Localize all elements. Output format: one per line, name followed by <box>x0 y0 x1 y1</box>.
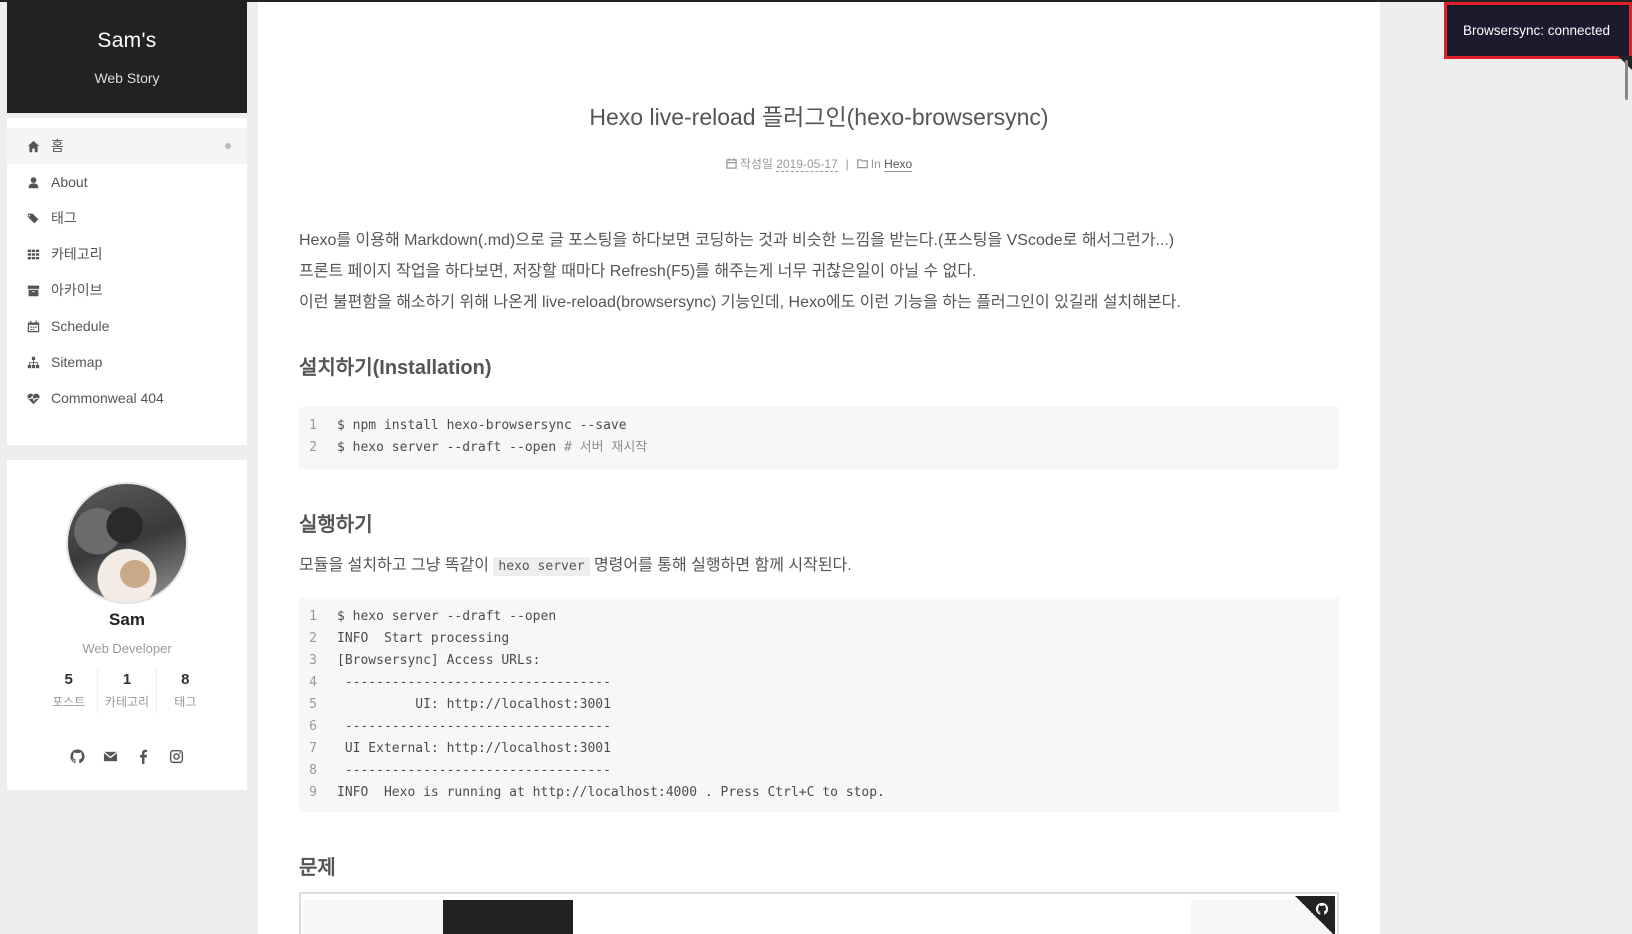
github-corner[interactable] <box>1295 896 1335 934</box>
post-category-link[interactable]: Hexo <box>884 157 913 172</box>
heartbeat-icon <box>27 392 40 405</box>
stat-label: 카테고리 <box>104 695 150 709</box>
user-icon <box>27 176 40 189</box>
calendar-icon <box>726 158 737 169</box>
grid-icon <box>27 248 40 261</box>
sitemap-icon <box>27 356 40 369</box>
inline-code: hexo server <box>493 557 590 576</box>
heading-installation: 설치하기(Installation) <box>299 357 492 379</box>
code-line: 3 [Browsersync] Access URLs: <box>309 653 541 668</box>
code-line: 1 $ npm install hexo-browsersync --save <box>309 418 627 433</box>
menu-item-commonweal[interactable]: Commonweal 404 <box>7 380 247 416</box>
active-indicator <box>225 143 231 149</box>
menu-item-home[interactable]: 홈 <box>7 128 247 164</box>
post-date: 2019-05-17 <box>776 157 838 172</box>
folder-icon <box>856 158 868 169</box>
menu-label: About <box>51 174 88 190</box>
code-line: 2 $ hexo server --draft --open # 서버 재시작 <box>309 440 648 455</box>
stat-tags[interactable]: 8 태그 <box>155 668 214 714</box>
menu-label: 아카이브 <box>51 282 103 298</box>
code-line: 7 UI External: http://localhost:3001 <box>309 741 611 756</box>
github-icon[interactable] <box>69 748 86 765</box>
social-links <box>7 748 247 765</box>
posted-label: 작성일 <box>739 157 773 171</box>
stat-label: 태그 <box>174 695 197 709</box>
sidebar-menu: 홈 About 태그 카테고리 아카이브 Schedule Sitemap Co… <box>7 118 247 445</box>
avatar <box>66 482 188 604</box>
home-icon <box>27 140 40 153</box>
menu-item-archives[interactable]: 아카이브 <box>7 272 247 308</box>
stat-count: 5 <box>64 671 73 688</box>
site-brand[interactable]: Sam's Web Story <box>7 2 247 113</box>
menu-label: Sitemap <box>51 354 103 370</box>
author-description: Web Developer <box>82 641 172 656</box>
calendar-icon <box>27 320 40 333</box>
menu-item-schedule[interactable]: Schedule <box>7 308 247 344</box>
tags-icon <box>27 212 40 225</box>
code-line: 1 $ hexo server --draft --open <box>309 609 557 624</box>
author-panel: Sam Web Developer 5 포스트 1 카테고리 8 태그 <box>7 460 247 790</box>
menu-item-about[interactable]: About <box>7 164 247 200</box>
menu-label: 홈 <box>51 138 64 154</box>
author-name: Sam <box>109 610 145 629</box>
post-container: Hexo live-reload 플러그인(hexo-browsersync) … <box>258 2 1380 934</box>
run-paragraph: 모듈을 설치하고 그냥 똑같이 hexo server 명령어를 통해 실행하면… <box>299 557 852 576</box>
menu-item-categories[interactable]: 카테고리 <box>7 236 247 272</box>
menu-item-sitemap[interactable]: Sitemap <box>7 344 247 380</box>
code-line: 5 UI: http://localhost:3001 <box>309 697 611 712</box>
octocat-icon <box>1315 902 1329 915</box>
meta-divider: | <box>845 157 849 171</box>
facebook-icon[interactable] <box>135 748 152 765</box>
menu-label: Schedule <box>51 318 110 334</box>
author-stats: 5 포스트 1 카테고리 8 태그 <box>40 668 214 714</box>
stat-categories[interactable]: 1 카테고리 <box>97 668 155 714</box>
heading-run: 실행하기 <box>299 514 373 536</box>
menu-label: Commonweal 404 <box>51 390 164 406</box>
envelope-icon[interactable] <box>102 748 119 765</box>
archive-icon <box>27 284 40 297</box>
instagram-icon[interactable] <box>168 748 185 765</box>
intro-paragraph-3: 이런 불편함을 해소하기 위해 나온게 live-reload(browsers… <box>299 294 1181 311</box>
intro-paragraph-2: 프론트 페이지 작업을 하다보면, 저장할 때마다 Refresh(F5)를 해… <box>299 263 977 280</box>
stat-count: 1 <box>122 671 132 688</box>
code-line: 2 INFO Start processing <box>309 631 510 646</box>
stat-posts[interactable]: 5 포스트 <box>40 668 97 714</box>
code-line: 6 ---------------------------------- <box>309 719 611 734</box>
site-title[interactable]: Sam's <box>7 29 247 53</box>
post-title[interactable]: Hexo live-reload 플러그인(hexo-browsersync) <box>258 98 1380 132</box>
stat-count: 8 <box>181 671 190 688</box>
menu-item-tags[interactable]: 태그 <box>7 200 247 236</box>
intro-paragraph-1: Hexo를 이용해 Markdown(.md)으로 글 포스팅을 하다보면 코딩… <box>299 232 1175 249</box>
code-line: 8 ---------------------------------- <box>309 763 611 778</box>
site-subtitle: Web Story <box>94 70 160 86</box>
scrollbar-thumb[interactable] <box>1625 60 1628 100</box>
post-meta: 작성일 2019-05-17 | In Hexo <box>258 155 1380 172</box>
menu-label: 태그 <box>51 210 77 226</box>
install-code-block: 1 $ npm install hexo-browsersync --save 2… <box>299 407 1339 469</box>
code-comment: # 서버 재시작 <box>563 440 648 455</box>
code-line: 4 ---------------------------------- <box>309 675 611 690</box>
browsersync-notification: Browsersync: connected <box>1444 2 1632 70</box>
run-code-block: 1 $ hexo server --draft --open 2 INFO Star… <box>299 598 1339 812</box>
menu-label: 카테고리 <box>51 246 103 262</box>
in-label: In <box>870 157 881 171</box>
heading-problem: 문제 <box>299 857 336 879</box>
code-line: 9 INFO Hexo is running at http://localhos… <box>309 785 885 800</box>
stat-label: 포스트 <box>52 695 86 709</box>
notification-text: Browsersync: connected <box>1463 23 1611 38</box>
post-screenshot-image <box>299 892 1339 934</box>
